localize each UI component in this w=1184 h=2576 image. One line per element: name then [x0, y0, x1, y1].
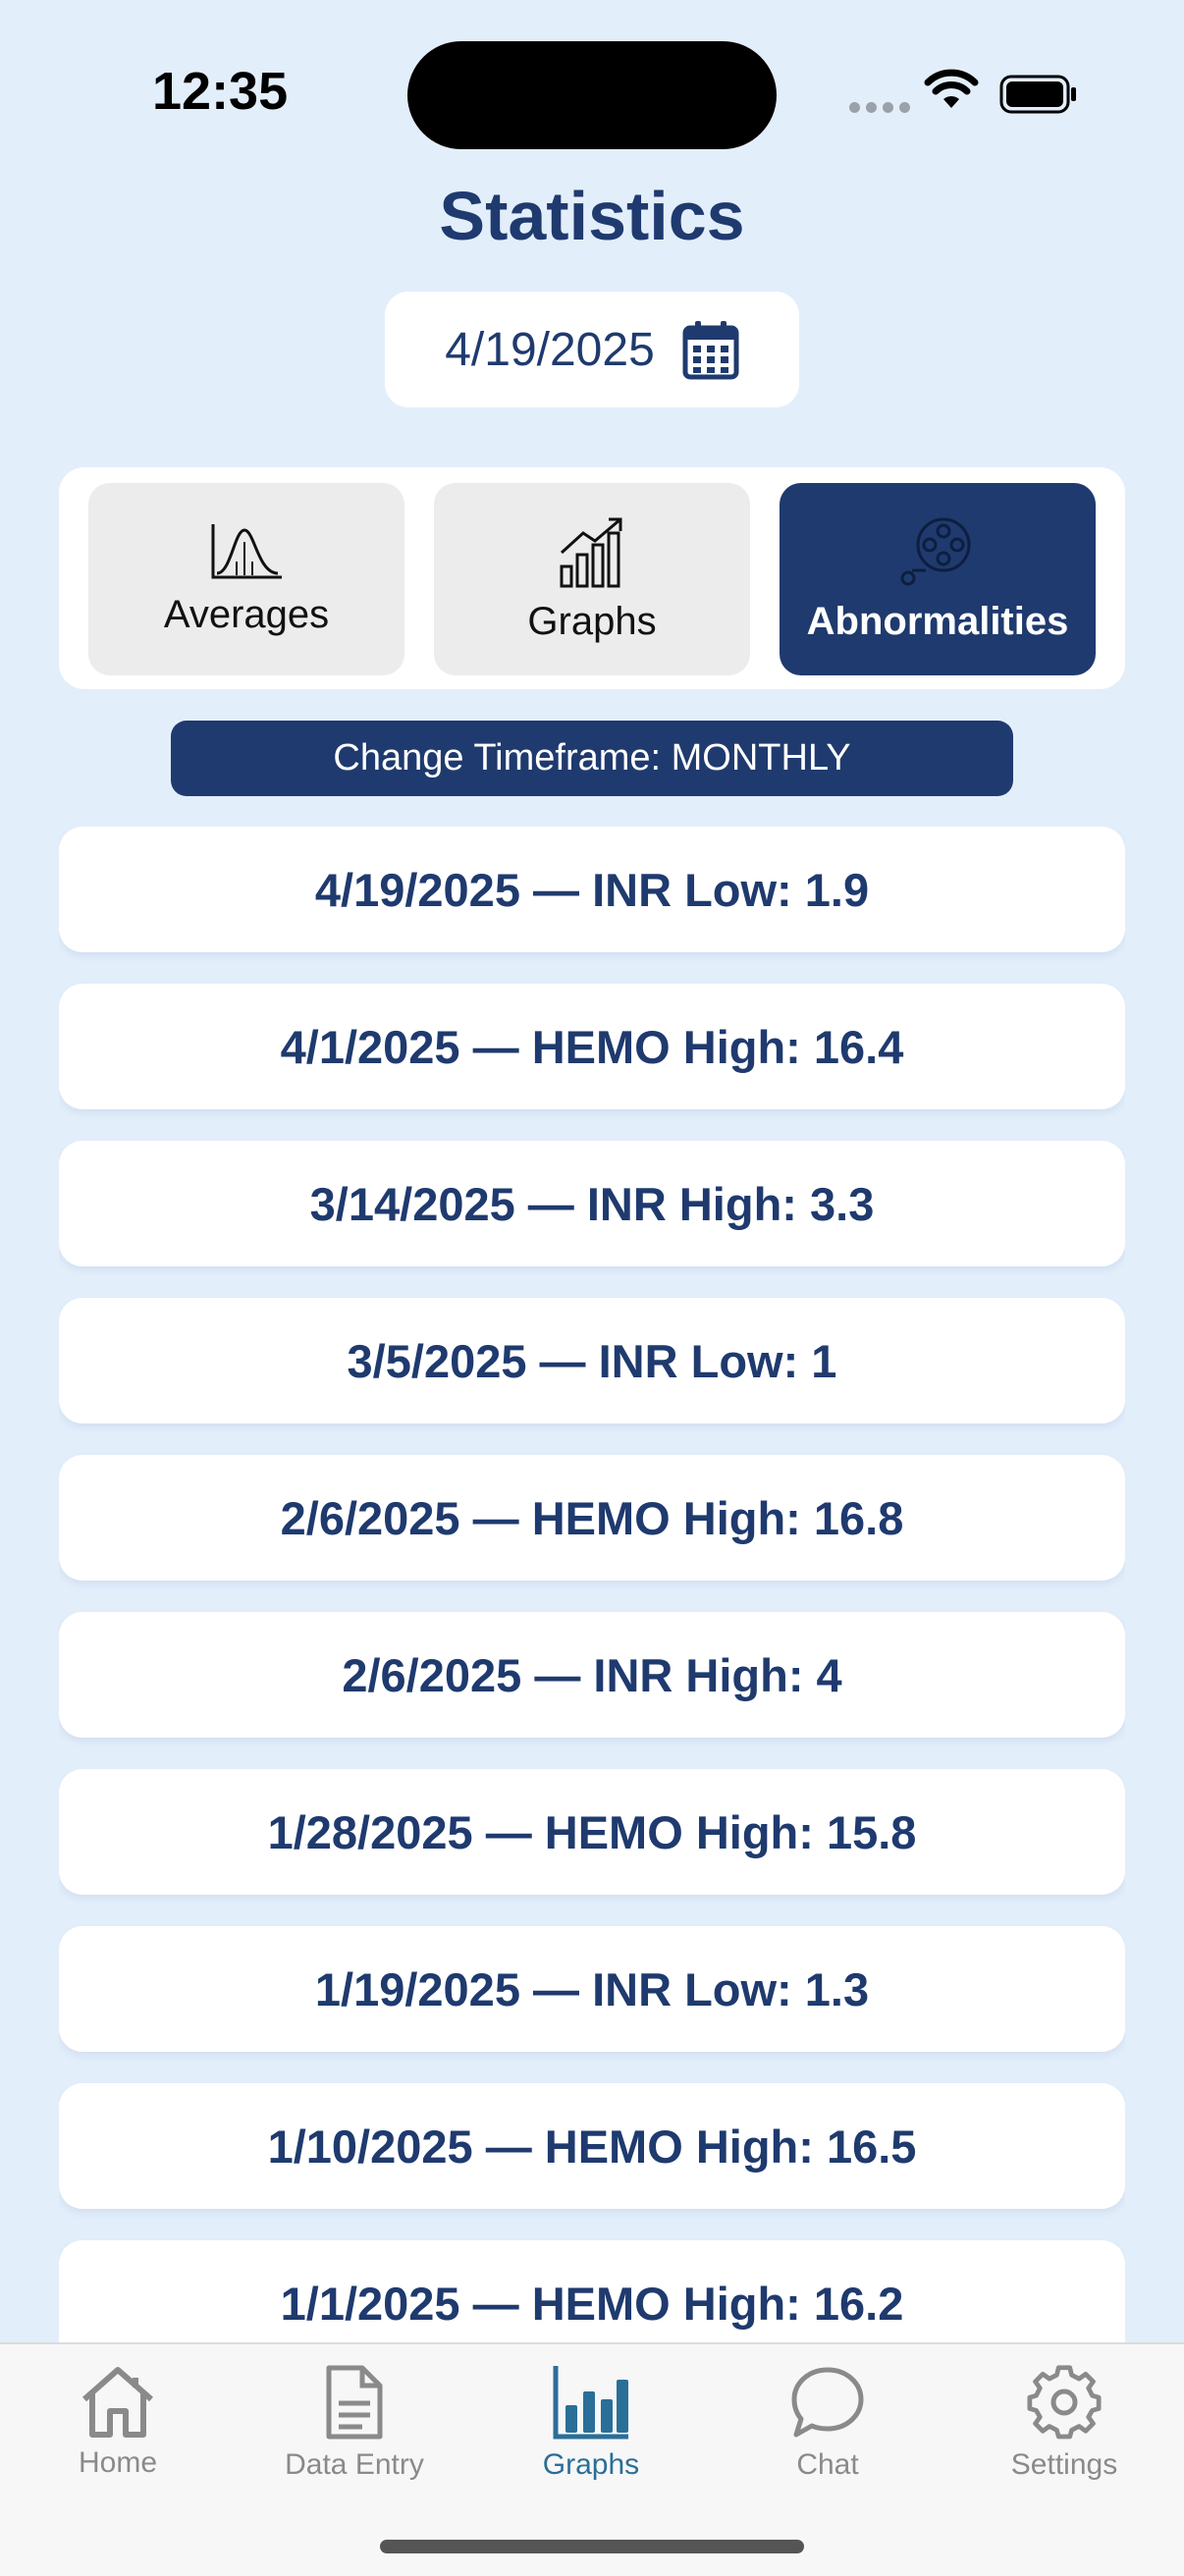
- tab-settings-label: Settings: [1010, 2448, 1118, 2481]
- abnormalities-list[interactable]: 4/19/2025 — INR Low: 1.9 4/1/2025 — HEMO…: [59, 827, 1125, 2343]
- date-value: 4/19/2025: [445, 323, 655, 376]
- tab-home[interactable]: Home: [20, 2364, 216, 2480]
- dynamic-island: [407, 41, 777, 149]
- tab-home-label: Home: [78, 2446, 158, 2479]
- film-reel-icon: [900, 517, 971, 585]
- home-icon: [82, 2367, 153, 2438]
- tab-settings[interactable]: Settings: [966, 2364, 1162, 2482]
- status-time: 12:35: [152, 62, 289, 121]
- graphs-segment-label: Graphs: [527, 599, 657, 643]
- tab-graphs[interactable]: Graphs: [493, 2364, 689, 2482]
- page-title: Statistics: [439, 178, 745, 254]
- change-timeframe-button[interactable]: Change Timeframe: MONTHLY: [171, 721, 1013, 796]
- tab-graphs-label: Graphs: [542, 2448, 640, 2481]
- graphs-segment-tab[interactable]: Graphs: [434, 483, 750, 675]
- list-item: 2/6/2025 — INR High: 4: [59, 1612, 1125, 1738]
- list-item: 1/19/2025 — INR Low: 1.3: [59, 1926, 1125, 2052]
- calendar-icon: [682, 321, 739, 380]
- list-item: 4/19/2025 — INR Low: 1.9: [59, 827, 1125, 952]
- chat-bubble-icon: [791, 2367, 864, 2438]
- home-indicator: [380, 2540, 804, 2553]
- bar-trend-icon: [560, 517, 622, 587]
- bar-chart-icon: [553, 2366, 628, 2440]
- list-item: 1/10/2025 — HEMO High: 16.5: [59, 2083, 1125, 2209]
- wifi-icon: [924, 69, 979, 108]
- tab-chat-label: Chat: [796, 2448, 859, 2481]
- tab-data-entry-label: Data Entry: [285, 2448, 424, 2481]
- document-icon: [326, 2365, 383, 2440]
- abnormalities-tab[interactable]: Abnormalities: [780, 483, 1096, 675]
- abnormalities-label: Abnormalities: [806, 599, 1069, 643]
- bell-curve-icon: [211, 523, 282, 578]
- date-picker[interactable]: 4/19/2025: [385, 292, 799, 407]
- list-item: 4/1/2025 — HEMO High: 16.4: [59, 984, 1125, 1109]
- tab-chat[interactable]: Chat: [729, 2364, 926, 2482]
- list-item: 1/1/2025 — HEMO High: 16.2: [59, 2240, 1125, 2343]
- list-item: 3/5/2025 — INR Low: 1: [59, 1298, 1125, 1423]
- stats-mode-selector: Averages Graphs Abnormalities: [59, 467, 1125, 689]
- tab-data-entry[interactable]: Data Entry: [256, 2364, 453, 2482]
- list-item: 2/6/2025 — HEMO High: 16.8: [59, 1455, 1125, 1581]
- cellular-signal-icon: [849, 102, 910, 113]
- averages-tab[interactable]: Averages: [88, 483, 404, 675]
- gear-icon: [1027, 2365, 1102, 2440]
- list-item: 3/14/2025 — INR High: 3.3: [59, 1141, 1125, 1266]
- battery-icon: [999, 75, 1076, 114]
- list-item: 1/28/2025 — HEMO High: 15.8: [59, 1769, 1125, 1895]
- averages-label: Averages: [163, 592, 330, 636]
